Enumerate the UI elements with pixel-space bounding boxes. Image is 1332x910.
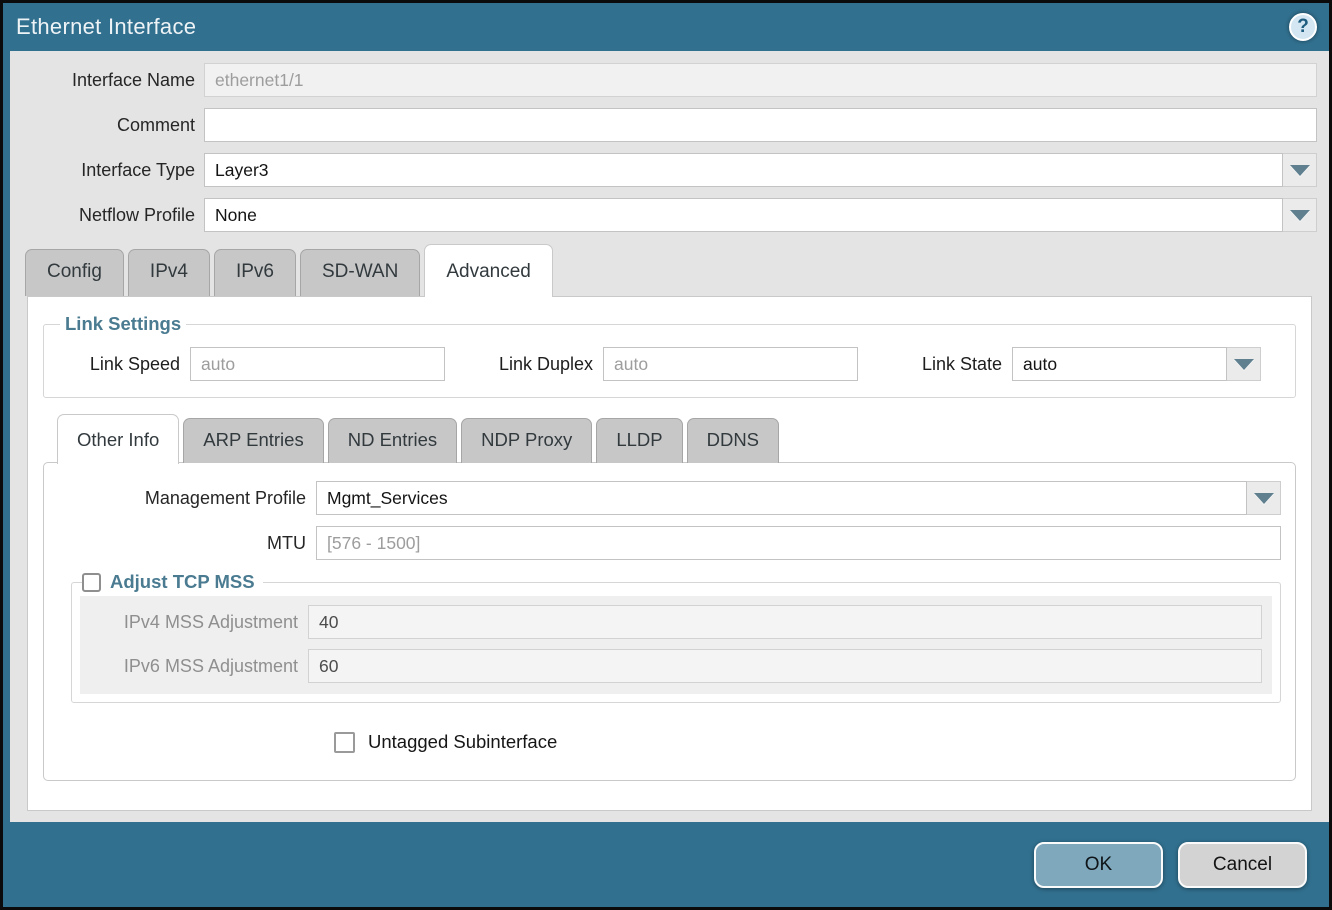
chevron-down-icon (1254, 493, 1274, 504)
interface-type-row: Interface Type (10, 153, 1329, 187)
subtab-lldp[interactable]: LLDP (596, 418, 682, 463)
chevron-down-icon (1290, 210, 1310, 221)
subtab-arp-entries[interactable]: ARP Entries (183, 418, 323, 463)
subtab-ndp-proxy[interactable]: NDP Proxy (461, 418, 592, 463)
netflow-profile-input[interactable] (204, 198, 1283, 232)
link-speed-label: Link Speed (54, 354, 190, 375)
help-icon[interactable]: ? (1289, 13, 1317, 41)
tab-ipv4[interactable]: IPv4 (128, 249, 210, 296)
untagged-subinterface-row: Untagged Subinterface (334, 731, 1281, 753)
ipv4-mss-row: IPv4 MSS Adjustment (80, 605, 1262, 639)
ipv4-mss-input (308, 605, 1262, 639)
cancel-button[interactable]: Cancel (1178, 842, 1307, 888)
ipv4-mss-label: IPv4 MSS Adjustment (80, 612, 308, 633)
mtu-label: MTU (58, 533, 316, 554)
netflow-profile-dropdown-button[interactable] (1283, 198, 1317, 232)
subtab-nd-entries[interactable]: ND Entries (328, 418, 457, 463)
tab-advanced[interactable]: Advanced (424, 244, 553, 297)
dialog-titlebar: Ethernet Interface ? (3, 3, 1329, 51)
chevron-down-icon (1290, 165, 1310, 176)
comment-row: Comment (10, 108, 1329, 142)
advanced-tab-panel: Link Settings Link Speed Link Duplex Lin… (27, 296, 1312, 811)
link-duplex-label: Link Duplex (493, 354, 603, 375)
interface-type-input[interactable] (204, 153, 1283, 187)
tab-sdwan[interactable]: SD-WAN (300, 249, 420, 296)
interface-name-input (204, 63, 1317, 97)
interface-name-row: Interface Name (10, 63, 1329, 97)
top-form: Interface Name Comment Interface Type (10, 51, 1329, 232)
ipv6-mss-input (308, 649, 1262, 683)
link-duplex-input[interactable] (603, 347, 858, 381)
mtu-row: MTU (58, 526, 1281, 560)
dialog-footer: OK Cancel (3, 822, 1329, 907)
mss-disabled-panel: IPv4 MSS Adjustment IPv6 MSS Adjustment (80, 596, 1272, 694)
link-settings-legend: Link Settings (60, 313, 186, 335)
untagged-subinterface-label: Untagged Subinterface (368, 731, 557, 753)
netflow-profile-label: Netflow Profile (10, 205, 204, 226)
ethernet-interface-dialog: Ethernet Interface ? Interface Name Comm… (0, 0, 1332, 910)
interface-type-dropdown-button[interactable] (1283, 153, 1317, 187)
chevron-down-icon (1234, 359, 1254, 370)
tab-config[interactable]: Config (25, 249, 124, 296)
adjust-tcp-mss-legend-row: Adjust TCP MSS (82, 571, 263, 593)
link-state-input[interactable] (1012, 347, 1227, 381)
netflow-profile-row: Netflow Profile (10, 198, 1329, 232)
sub-tabs: Other Info ARP Entries ND Entries NDP Pr… (43, 414, 1296, 463)
subtab-ddns[interactable]: DDNS (687, 418, 779, 463)
interface-type-label: Interface Type (10, 160, 204, 181)
subtab-other-info[interactable]: Other Info (57, 414, 179, 464)
dialog-title: Ethernet Interface (16, 14, 196, 40)
adjust-tcp-mss-label: Adjust TCP MSS (110, 571, 255, 593)
link-state-label: Link State (920, 354, 1012, 375)
ipv6-mss-label: IPv6 MSS Adjustment (80, 656, 308, 677)
ipv6-mss-row: IPv6 MSS Adjustment (80, 649, 1262, 683)
management-profile-row: Management Profile (58, 481, 1281, 515)
comment-label: Comment (10, 115, 204, 136)
link-speed-input[interactable] (190, 347, 445, 381)
tab-ipv6[interactable]: IPv6 (214, 249, 296, 296)
mtu-input[interactable] (316, 526, 1281, 560)
link-state-dropdown-button[interactable] (1227, 347, 1261, 381)
link-settings-fieldset: Link Settings Link Speed Link Duplex Lin… (43, 313, 1296, 398)
other-info-panel: Management Profile MTU (43, 462, 1296, 781)
main-tabs: Config IPv4 IPv6 SD-WAN Advanced (10, 244, 1329, 296)
management-profile-label: Management Profile (58, 488, 316, 509)
management-profile-dropdown-button[interactable] (1247, 481, 1281, 515)
management-profile-input[interactable] (316, 481, 1247, 515)
comment-input[interactable] (204, 108, 1317, 142)
ok-button[interactable]: OK (1034, 842, 1163, 888)
interface-name-label: Interface Name (10, 70, 204, 91)
adjust-tcp-mss-checkbox[interactable] (82, 573, 101, 592)
adjust-tcp-mss-fieldset: Adjust TCP MSS IPv4 MSS Adjustment IPv6 … (71, 571, 1281, 703)
untagged-subinterface-checkbox[interactable] (334, 732, 355, 753)
dialog-body: Interface Name Comment Interface Type (10, 51, 1329, 822)
